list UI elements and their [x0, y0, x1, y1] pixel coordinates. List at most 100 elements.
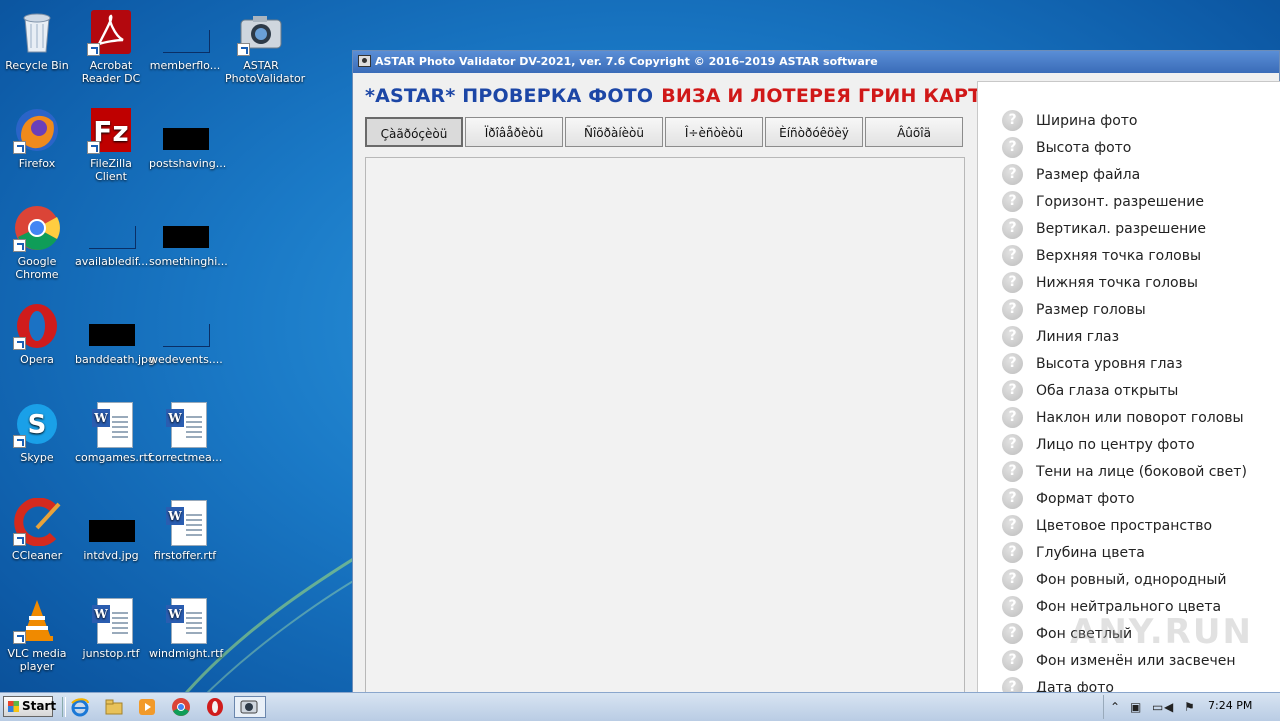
photo-viewport[interactable] [365, 157, 965, 697]
desktop-icon-filezilla[interactable]: Fz FileZilla Client [74, 100, 148, 183]
desktop-icon-file[interactable]: W correctmea... [148, 394, 222, 464]
question-status-icon: ? [1002, 164, 1023, 185]
shortcut-arrow-icon [13, 141, 26, 154]
chrome-icon [13, 204, 61, 252]
check-item: ? Высота фото [1002, 134, 1131, 161]
question-status-icon: ? [1002, 569, 1023, 590]
question-status-icon: ? [1002, 245, 1023, 266]
desktop-icon-vlc[interactable]: VLC media player [0, 590, 74, 673]
question-status-icon: ? [1002, 488, 1023, 509]
check-item: ? Тени на лице (боковой свет) [1002, 458, 1247, 485]
check-item: ? Глубина цвета [1002, 539, 1145, 566]
desktop-icon-file[interactable]: W junstop.rtf [74, 590, 148, 660]
action-center-icon[interactable]: ▭ [1152, 700, 1163, 714]
desktop-icon-file[interactable]: W firstoffer.rtf [148, 492, 222, 562]
astar-window: ASTAR Photo Validator DV-2021, ver. 7.6 … [352, 50, 1280, 701]
shortcut-arrow-icon [237, 43, 250, 56]
check-item-label: Фон ровный, однородный [1036, 571, 1227, 588]
desktop-icon-opera[interactable]: Opera [0, 296, 74, 366]
desktop-icon-file[interactable]: memberflo... [148, 2, 222, 72]
desktop-icon-astar[interactable]: ASTAR PhotoValidator [224, 2, 305, 85]
check-item: ? Формат фото [1002, 485, 1135, 512]
question-status-icon: ? [1002, 461, 1023, 482]
check-item-label: Линия глаз [1036, 328, 1120, 345]
astar-taskbar-button[interactable] [234, 696, 266, 718]
check-item: ? Размер файла [1002, 161, 1140, 188]
firefox-icon [13, 106, 61, 154]
question-status-icon: ? [1002, 272, 1023, 293]
volume-icon[interactable]: ◀ [1164, 700, 1173, 714]
shortcut-arrow-icon [13, 239, 26, 252]
network-icon[interactable]: ▣ [1130, 700, 1141, 714]
file-thumbnail-icon [161, 8, 210, 56]
taskbar-clock[interactable]: 7:24 PM [1208, 699, 1252, 712]
question-status-icon: ? [1002, 299, 1023, 320]
question-status-icon: ? [1002, 623, 1023, 644]
desktop-icon-file[interactable]: W windmight.rtf [148, 590, 223, 660]
desktop-icon-chrome[interactable]: Google Chrome [0, 198, 74, 281]
header-title-blue: *ASTAR* ПРОВЕРКА ФОТО [365, 85, 654, 107]
clear-button[interactable]: Î÷èñòèòü [665, 117, 763, 147]
ie-icon[interactable] [70, 697, 90, 717]
shortcut-arrow-icon [13, 435, 26, 448]
header-title-red: ВИЗА И ЛОТЕРЕЯ ГРИН КАРТА [661, 85, 997, 107]
acrobat-icon [87, 8, 135, 56]
tray-expand-icon[interactable]: ⌃ [1110, 700, 1120, 714]
check-item-label: Нижняя точка головы [1036, 274, 1198, 291]
check-item: ? Лицо по центру фото [1002, 431, 1195, 458]
taskbar-separator [62, 697, 66, 717]
chrome-taskbar-icon[interactable] [171, 697, 191, 717]
window-titlebar[interactable]: ASTAR Photo Validator DV-2021, ver. 7.6 … [353, 51, 1279, 73]
app-header: *ASTAR* ПРОВЕРКА ФОТО ВИЗА И ЛОТЕРЕЯ ГРИН… [365, 85, 996, 107]
check-item: ? Ширина фото [1002, 107, 1138, 134]
instruction-button[interactable]: Èíñòðóêöèÿ [765, 117, 863, 147]
desktop-icon-skype[interactable]: S Skype [0, 394, 74, 464]
camera-icon [237, 8, 285, 56]
load-button[interactable]: Çàãðóçèòü [365, 117, 463, 147]
check-item-label: Оба глаза открыты [1036, 382, 1179, 399]
desktop-icon-file[interactable]: somethinghi... [148, 198, 228, 268]
file-thumbnail-icon [87, 204, 136, 252]
desktop-icon-recycle-bin[interactable]: Recycle Bin [0, 2, 74, 72]
media-player-icon[interactable] [137, 697, 157, 717]
check-item-label: Наклон или поворот головы [1036, 409, 1244, 426]
start-button[interactable]: Start [3, 696, 56, 717]
question-status-icon: ? [1002, 218, 1023, 239]
desktop-icon-file[interactable]: banddeath.jpg [74, 296, 155, 366]
question-status-icon: ? [1002, 515, 1023, 536]
image-thumbnail-icon [87, 302, 135, 350]
question-status-icon: ? [1002, 380, 1023, 401]
check-item: ? Размер головы [1002, 296, 1146, 323]
desktop-icon-firefox[interactable]: Firefox [0, 100, 74, 170]
ccleaner-icon [13, 497, 61, 547]
check-item-label: Ширина фото [1036, 112, 1138, 129]
opera-taskbar-icon[interactable] [205, 697, 225, 717]
question-status-icon: ? [1002, 542, 1023, 563]
desktop-icon-file[interactable]: intdvd.jpg [74, 492, 148, 562]
desktop-icon-ccleaner[interactable]: CCleaner [0, 492, 74, 562]
shortcut-arrow-icon [87, 43, 100, 56]
desktop-icon-acrobat[interactable]: Acrobat Reader DC [74, 2, 148, 85]
explorer-folder-icon[interactable] [104, 697, 124, 717]
desktop-icon-file[interactable]: availabledif... [74, 198, 148, 268]
checks-panel: ? Ширина фото? Высота фото? Размер файла? Го… [977, 81, 1280, 701]
exit-button[interactable]: Âûõîä [865, 117, 963, 147]
word-document-icon: W [87, 596, 135, 644]
check-item-label: Глубина цвета [1036, 544, 1145, 561]
check-item-label: Высота фото [1036, 139, 1132, 156]
check-button[interactable]: Ïðîâåðèòü [465, 117, 563, 147]
word-document-icon: W [161, 400, 209, 448]
recycle-bin-icon [13, 8, 61, 56]
check-item-label: Лицо по центру фото [1036, 436, 1195, 453]
flag-icon[interactable]: ⚑ [1184, 700, 1195, 714]
save-button[interactable]: Ñîõðàíèòü [565, 117, 663, 147]
check-item: ? Линия глаз [1002, 323, 1119, 350]
check-item: ? Оба глаза открыты [1002, 377, 1178, 404]
desktop-icon-file[interactable]: wedevents.... [148, 296, 223, 366]
image-thumbnail-icon [87, 498, 135, 546]
desktop-icon-file[interactable]: postshaving... [148, 100, 226, 170]
desktop-icon-file[interactable]: W comgames.rtf [74, 394, 152, 464]
check-item-label: Высота уровня глаз [1036, 355, 1183, 372]
image-thumbnail-icon [161, 204, 209, 252]
shortcut-arrow-icon [13, 337, 26, 350]
